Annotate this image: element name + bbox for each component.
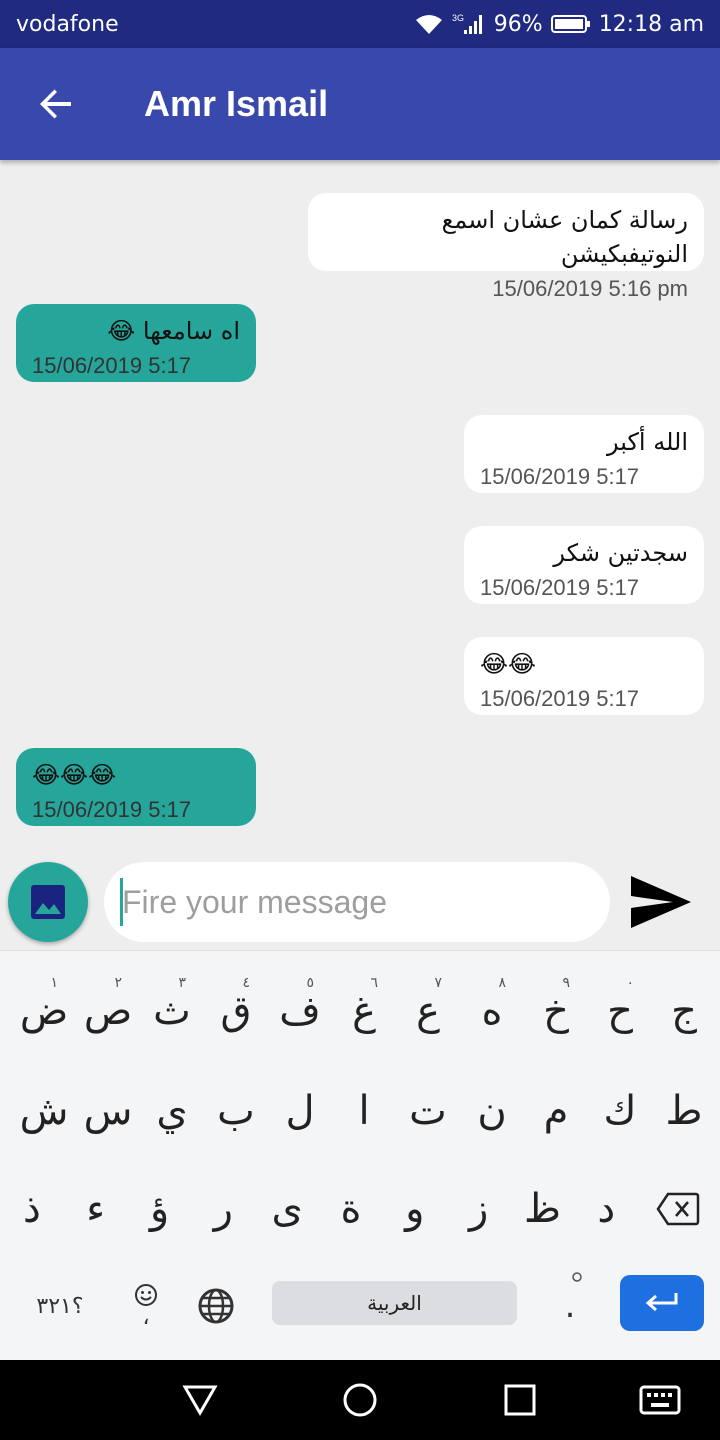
key[interactable]: ا — [332, 1061, 396, 1161]
key[interactable]: ز — [447, 1159, 511, 1259]
message-text: اه سامعها 😂 — [107, 317, 240, 345]
key[interactable]: ي — [140, 1061, 204, 1161]
language-key[interactable] — [190, 1251, 242, 1361]
key[interactable]: م — [524, 1061, 588, 1161]
key[interactable]: ء — [64, 1159, 128, 1259]
nav-keyboard-button[interactable] — [620, 1360, 700, 1440]
keyboard-row-1: ج ح٠ خ٩ ه٨ ع٧ غ٦ ف٥ ق٤ ث٣ ص٢ ض١ — [0, 961, 720, 1061]
attach-image-button[interactable] — [8, 862, 88, 942]
message-list[interactable]: رسالة كمان عشان اسمع النوتيفبكيشن 15/06/… — [0, 160, 720, 860]
back-button[interactable] — [0, 48, 112, 160]
chat-title: Amr Ismail — [144, 83, 329, 124]
message-time: 15/06/2019 5:17 — [32, 797, 192, 822]
smiley-icon — [135, 1284, 157, 1306]
message-text: رسالة كمان عشان اسمع النوتيفبكيشن — [441, 206, 688, 268]
key[interactable]: ط — [652, 1061, 716, 1161]
key[interactable]: د — [574, 1159, 638, 1259]
status-bar: vodafone 3G 96% 12:18 am — [0, 0, 720, 48]
key[interactable]: ر — [191, 1159, 255, 1259]
key[interactable]: ه٨ — [460, 961, 524, 1061]
key[interactable]: و — [383, 1159, 447, 1259]
space-key[interactable]: العربية — [272, 1281, 517, 1325]
composer — [0, 860, 720, 950]
key[interactable]: ق٤ — [204, 961, 268, 1061]
circle-accent-icon — [572, 1272, 582, 1282]
key[interactable]: ج — [652, 961, 716, 1061]
key[interactable]: ت — [396, 1061, 460, 1161]
status-icons: 3G 96% 12:18 am — [414, 12, 704, 37]
key[interactable]: ح٠ — [588, 961, 652, 1061]
arrow-back-icon — [40, 89, 71, 119]
key[interactable]: ب — [204, 1061, 268, 1161]
globe-icon — [198, 1288, 234, 1324]
message-time: 15/06/2019 5:17 — [32, 353, 192, 378]
key[interactable]: ك — [588, 1061, 652, 1161]
enter-key[interactable] — [620, 1275, 704, 1331]
backspace-icon — [656, 1192, 700, 1226]
send-icon — [631, 876, 691, 928]
symbols-key[interactable]: ؟٣٢١ — [20, 1251, 100, 1361]
nav-back-button[interactable] — [160, 1360, 240, 1440]
message-bubble-outgoing[interactable]: 😂😂 15/06/2019 5:17 — [464, 637, 704, 715]
battery-icon — [550, 13, 591, 35]
soft-keyboard: ج ح٠ خ٩ ه٨ ع٧ غ٦ ف٥ ق٤ ث٣ ص٢ ض١ ط ك م ن … — [0, 950, 720, 1360]
message-time: 15/06/2019 5:17 — [480, 464, 640, 489]
key[interactable]: ث٣ — [140, 961, 204, 1061]
key[interactable]: ش — [12, 1061, 76, 1161]
keyboard-row-3: د ظ ز و ة ى ر ؤ ء ذ — [0, 1159, 720, 1259]
clock: 12:18 am — [598, 11, 704, 37]
message-time: 15/06/2019 5:16 pm — [492, 276, 688, 301]
send-button[interactable] — [626, 870, 696, 934]
carrier-name: vodafone — [16, 11, 119, 37]
message-bubble-incoming[interactable]: اه سامعها 😂 15/06/2019 5:17 — [16, 304, 256, 382]
key[interactable]: ظ — [511, 1159, 575, 1259]
circle-home-icon — [343, 1383, 377, 1417]
key[interactable]: ص٢ — [76, 961, 140, 1061]
message-bubble-outgoing[interactable]: الله أكبر 15/06/2019 5:17 — [464, 415, 704, 493]
text-cursor — [120, 878, 123, 926]
keyboard-row-4: ؟٣٢١ ، العربية . — [0, 1251, 720, 1351]
key[interactable]: ع٧ — [396, 961, 460, 1061]
comma-key-label: ، — [142, 1305, 150, 1330]
key[interactable]: ؤ — [128, 1159, 192, 1259]
message-text: سجدتين شكر — [553, 539, 688, 567]
key[interactable]: ى — [255, 1159, 319, 1259]
message-bubble-outgoing[interactable]: سجدتين شكر 15/06/2019 5:17 — [464, 526, 704, 604]
square-recents-icon — [504, 1384, 536, 1416]
key[interactable]: ل — [268, 1061, 332, 1161]
battery-percent: 96% — [493, 11, 543, 37]
period-key[interactable]: . — [545, 1251, 595, 1361]
message-text: 😂😂 — [480, 650, 537, 678]
triangle-back-icon — [182, 1385, 218, 1416]
key[interactable]: خ٩ — [524, 961, 588, 1061]
message-time: 15/06/2019 5:17 — [480, 575, 640, 600]
enter-icon — [645, 1293, 678, 1312]
signal-icon: 3G — [452, 12, 486, 36]
message-bubble-outgoing[interactable]: رسالة كمان عشان اسمع النوتيفبكيشن 15/06/… — [308, 193, 704, 301]
keyboard-icon — [639, 1385, 681, 1415]
navigation-bar — [0, 1360, 720, 1440]
key[interactable]: ذ — [0, 1159, 64, 1259]
nav-home-button[interactable] — [320, 1360, 400, 1440]
key[interactable]: ة — [319, 1159, 383, 1259]
key[interactable]: س — [76, 1061, 140, 1161]
wifi-icon — [414, 12, 444, 36]
key[interactable]: ن — [460, 1061, 524, 1161]
backspace-key[interactable] — [638, 1159, 718, 1259]
nav-recents-button[interactable] — [480, 1360, 560, 1440]
message-input[interactable] — [104, 862, 610, 942]
message-text: 😂😂😂 — [32, 761, 117, 789]
message-time: 15/06/2019 5:17 — [480, 686, 640, 711]
message-text: الله أكبر — [607, 428, 688, 456]
app-bar: Amr Ismail — [0, 48, 720, 160]
key[interactable]: ف٥ — [268, 961, 332, 1061]
key[interactable]: غ٦ — [332, 961, 396, 1061]
message-bubble-incoming[interactable]: 😂😂😂 15/06/2019 5:17 — [16, 748, 256, 826]
key[interactable]: ض١ — [12, 961, 76, 1061]
keyboard-row-2: ط ك م ن ت ا ل ب ي س ش — [0, 1061, 720, 1161]
emoji-key[interactable]: ، — [116, 1251, 176, 1361]
svg-text:3G: 3G — [452, 13, 464, 23]
image-icon — [31, 885, 65, 919]
